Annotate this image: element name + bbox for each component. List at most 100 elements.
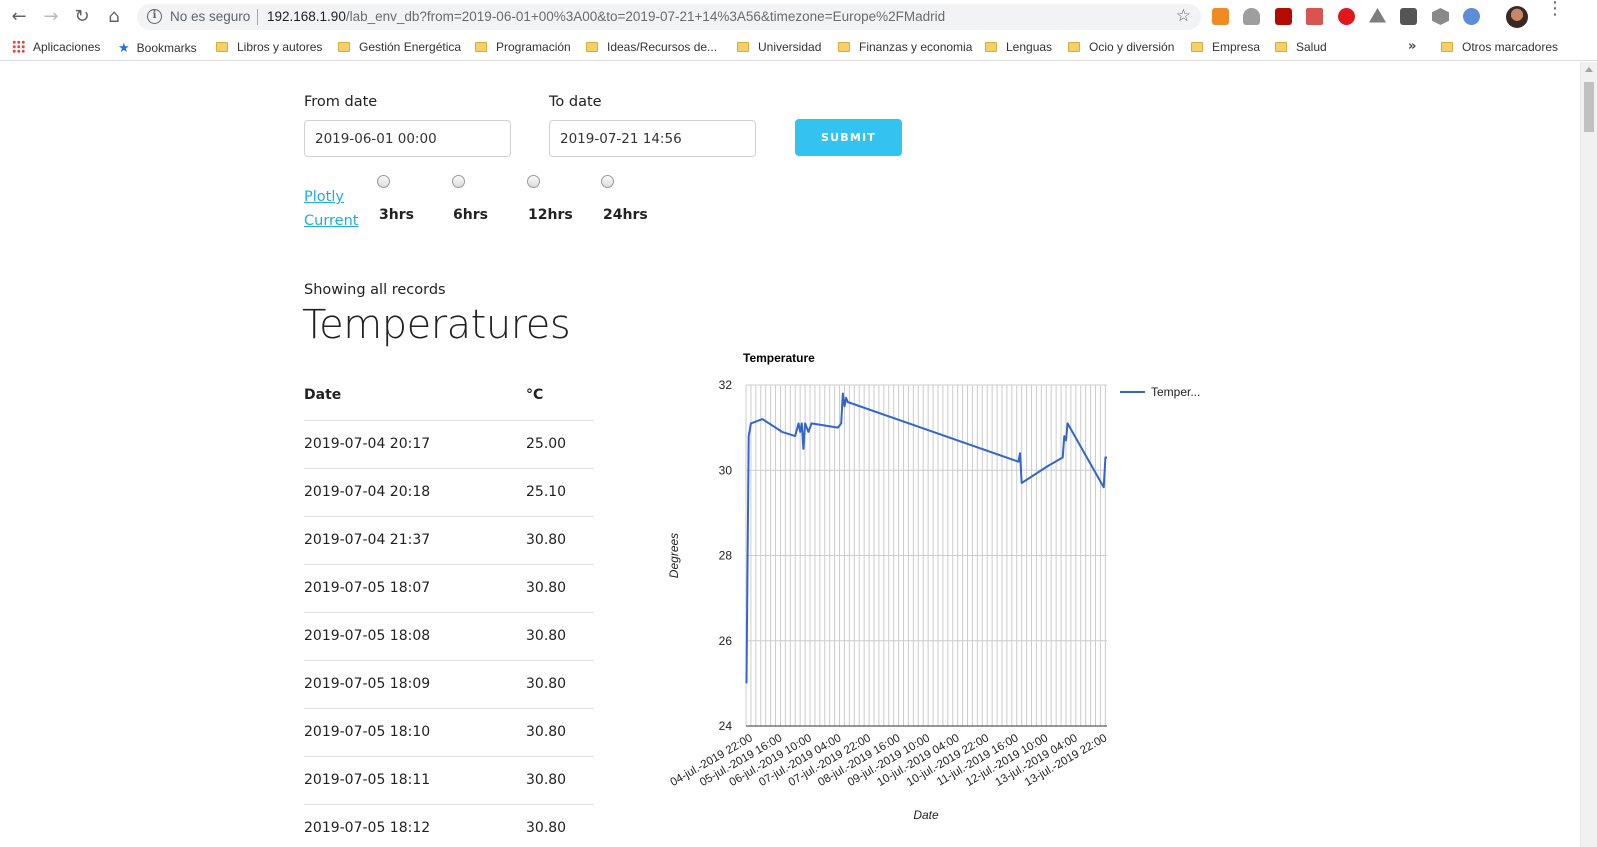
address-bar[interactable]: i No es seguro 192.168.1.90/lab_env_db?f…: [137, 4, 1201, 30]
extension-android-icon[interactable]: [1243, 8, 1260, 25]
url-text[interactable]: 192.168.1.90/lab_env_db?from=2019-06-01+…: [267, 9, 945, 24]
y-tick-label: 24: [719, 719, 733, 733]
submit-button[interactable]: SUBMIT: [795, 119, 902, 156]
bookmark-folder[interactable]: Finanzas y economia: [838, 40, 972, 54]
browser-menu-icon[interactable]: ⋮: [1546, 0, 1564, 18]
plotly-link[interactable]: Plotly: [304, 189, 344, 205]
radio-24hrs[interactable]: [601, 175, 614, 188]
folder-icon: [1068, 42, 1080, 52]
info-icon[interactable]: i: [147, 9, 162, 24]
temp-cell: 25.00: [526, 436, 567, 452]
extension-clipboard-icon[interactable]: [1306, 8, 1323, 25]
table-row: 2019-07-05 18:09 30.80: [304, 661, 594, 709]
bookmark-star-icon[interactable]: ☆: [1176, 6, 1191, 26]
to-date-input[interactable]: 2019-07-21 14:56: [549, 120, 756, 157]
temp-cell: 25.10: [526, 484, 567, 500]
date-cell: 2019-07-04 20:18: [304, 484, 431, 500]
from-date-label: From date: [304, 94, 378, 110]
bookmark-other[interactable]: Otros marcadores: [1441, 40, 1558, 54]
bookmark-label: Empresa: [1212, 40, 1261, 54]
radio-label-24hrs: 24hrs: [603, 207, 648, 223]
temp-cell: 30.80: [526, 820, 567, 836]
folder-icon: [985, 42, 997, 52]
extension-opera-icon[interactable]: [1338, 8, 1355, 25]
legend-label: Temper...: [1151, 385, 1200, 399]
chart-title: Temperature: [743, 351, 815, 365]
bookmark-label: Bookmarks: [136, 41, 197, 55]
bookmarks-bar: Aplicaciones ★ Bookmarks Libros y autores…: [0, 35, 1597, 61]
bookmark-apps[interactable]: Aplicaciones: [12, 40, 100, 54]
table-row: 2019-07-04 20:17 25.00: [304, 421, 594, 469]
bookmark-bookmarks[interactable]: ★ Bookmarks: [118, 40, 197, 56]
address-separator: [257, 9, 258, 25]
radio-12hrs[interactable]: [527, 175, 540, 188]
folder-icon: [737, 42, 749, 52]
temp-cell: 30.80: [526, 532, 567, 548]
bookmark-folder[interactable]: Salud: [1275, 40, 1327, 54]
folder-icon: [1275, 42, 1287, 52]
bookmark-folder[interactable]: Libros y autores: [216, 40, 322, 54]
bookmark-folder[interactable]: Empresa: [1191, 40, 1260, 54]
scroll-up-arrow-icon[interactable]: [1585, 67, 1593, 72]
table-row: 2019-07-04 20:18 25.10: [304, 469, 594, 517]
celsius-column-header: °C: [526, 387, 544, 403]
folder-icon: [586, 42, 598, 52]
bookmark-folder[interactable]: Gestión Energética: [338, 40, 461, 54]
temp-cell: 30.80: [526, 724, 567, 740]
radio-label-6hrs: 6hrs: [453, 207, 488, 223]
bookmark-label: Otros marcadores: [1462, 40, 1559, 54]
bookmark-label: Lenguas: [1006, 40, 1053, 54]
security-label[interactable]: No es seguro: [170, 9, 250, 24]
temp-cell: 30.80: [526, 628, 567, 644]
page-title: Temperatures: [302, 302, 571, 348]
table-header-row: Date °C: [304, 373, 594, 421]
extension-pdf-icon[interactable]: [1275, 8, 1292, 25]
y-tick-label: 30: [719, 463, 733, 477]
back-icon[interactable]: ←: [9, 7, 29, 27]
apps-grid-icon: [12, 40, 25, 53]
bookmark-folder[interactable]: Ocio y diversión: [1068, 40, 1174, 54]
profile-avatar[interactable]: [1506, 6, 1528, 28]
scroll-thumb[interactable]: [1584, 82, 1594, 132]
radio-3hrs[interactable]: [377, 175, 390, 188]
radio-6hrs[interactable]: [452, 175, 465, 188]
bookmark-folder[interactable]: Ideas/Recursos de...: [586, 40, 717, 54]
temp-cell: 30.80: [526, 580, 567, 596]
current-link[interactable]: Current: [304, 213, 358, 229]
date-cell: 2019-07-05 18:12: [304, 820, 431, 836]
folder-icon: [1191, 42, 1203, 52]
bookmark-folder[interactable]: Universidad: [737, 40, 821, 54]
date-cell: 2019-07-05 18:08: [304, 628, 431, 644]
home-icon[interactable]: ⌂: [104, 7, 124, 27]
temp-cell: 30.80: [526, 772, 567, 788]
to-date-label: To date: [549, 94, 602, 110]
bookmarks-overflow-icon[interactable]: »: [1408, 39, 1416, 54]
table-row: 2019-07-05 18:07 30.80: [304, 565, 594, 613]
date-cell: 2019-07-05 18:11: [304, 772, 431, 788]
reload-icon[interactable]: ↻: [72, 7, 92, 27]
records-caption: Showing all records: [304, 282, 446, 298]
folder-icon: [475, 42, 487, 52]
bookmark-folder[interactable]: Programación: [475, 40, 571, 54]
extension-shield-icon[interactable]: [1432, 8, 1449, 25]
extension-pen-icon[interactable]: [1463, 8, 1480, 25]
bookmark-folder[interactable]: Lenguas: [985, 40, 1052, 54]
extension-chart-icon[interactable]: [1212, 8, 1229, 25]
table-row: 2019-07-05 18:10 30.80: [304, 709, 594, 757]
temperature-chart: Temperature242628303204-jul.-2019 22:000…: [667, 351, 1200, 822]
table-row: 2019-07-05 18:12 30.80: [304, 805, 594, 847]
folder-icon: [216, 42, 228, 52]
from-date-input[interactable]: 2019-06-01 00:00: [304, 120, 511, 157]
date-cell: 2019-07-04 20:17: [304, 436, 431, 452]
bookmark-label: Aplicaciones: [33, 40, 101, 54]
folder-icon: [838, 42, 850, 52]
extension-drive-icon[interactable]: [1369, 8, 1386, 23]
temp-cell: 30.80: [526, 676, 567, 692]
y-tick-label: 28: [719, 549, 733, 563]
extension-keep-icon[interactable]: [1400, 8, 1417, 25]
temperature-table: Date °C 2019-07-04 20:17 25.00 2019-07-04…: [304, 373, 594, 847]
page-scrollbar[interactable]: [1580, 62, 1597, 847]
x-axis-title: Date: [913, 808, 939, 822]
forward-icon[interactable]: →: [41, 7, 61, 27]
folder-icon: [1441, 42, 1453, 52]
